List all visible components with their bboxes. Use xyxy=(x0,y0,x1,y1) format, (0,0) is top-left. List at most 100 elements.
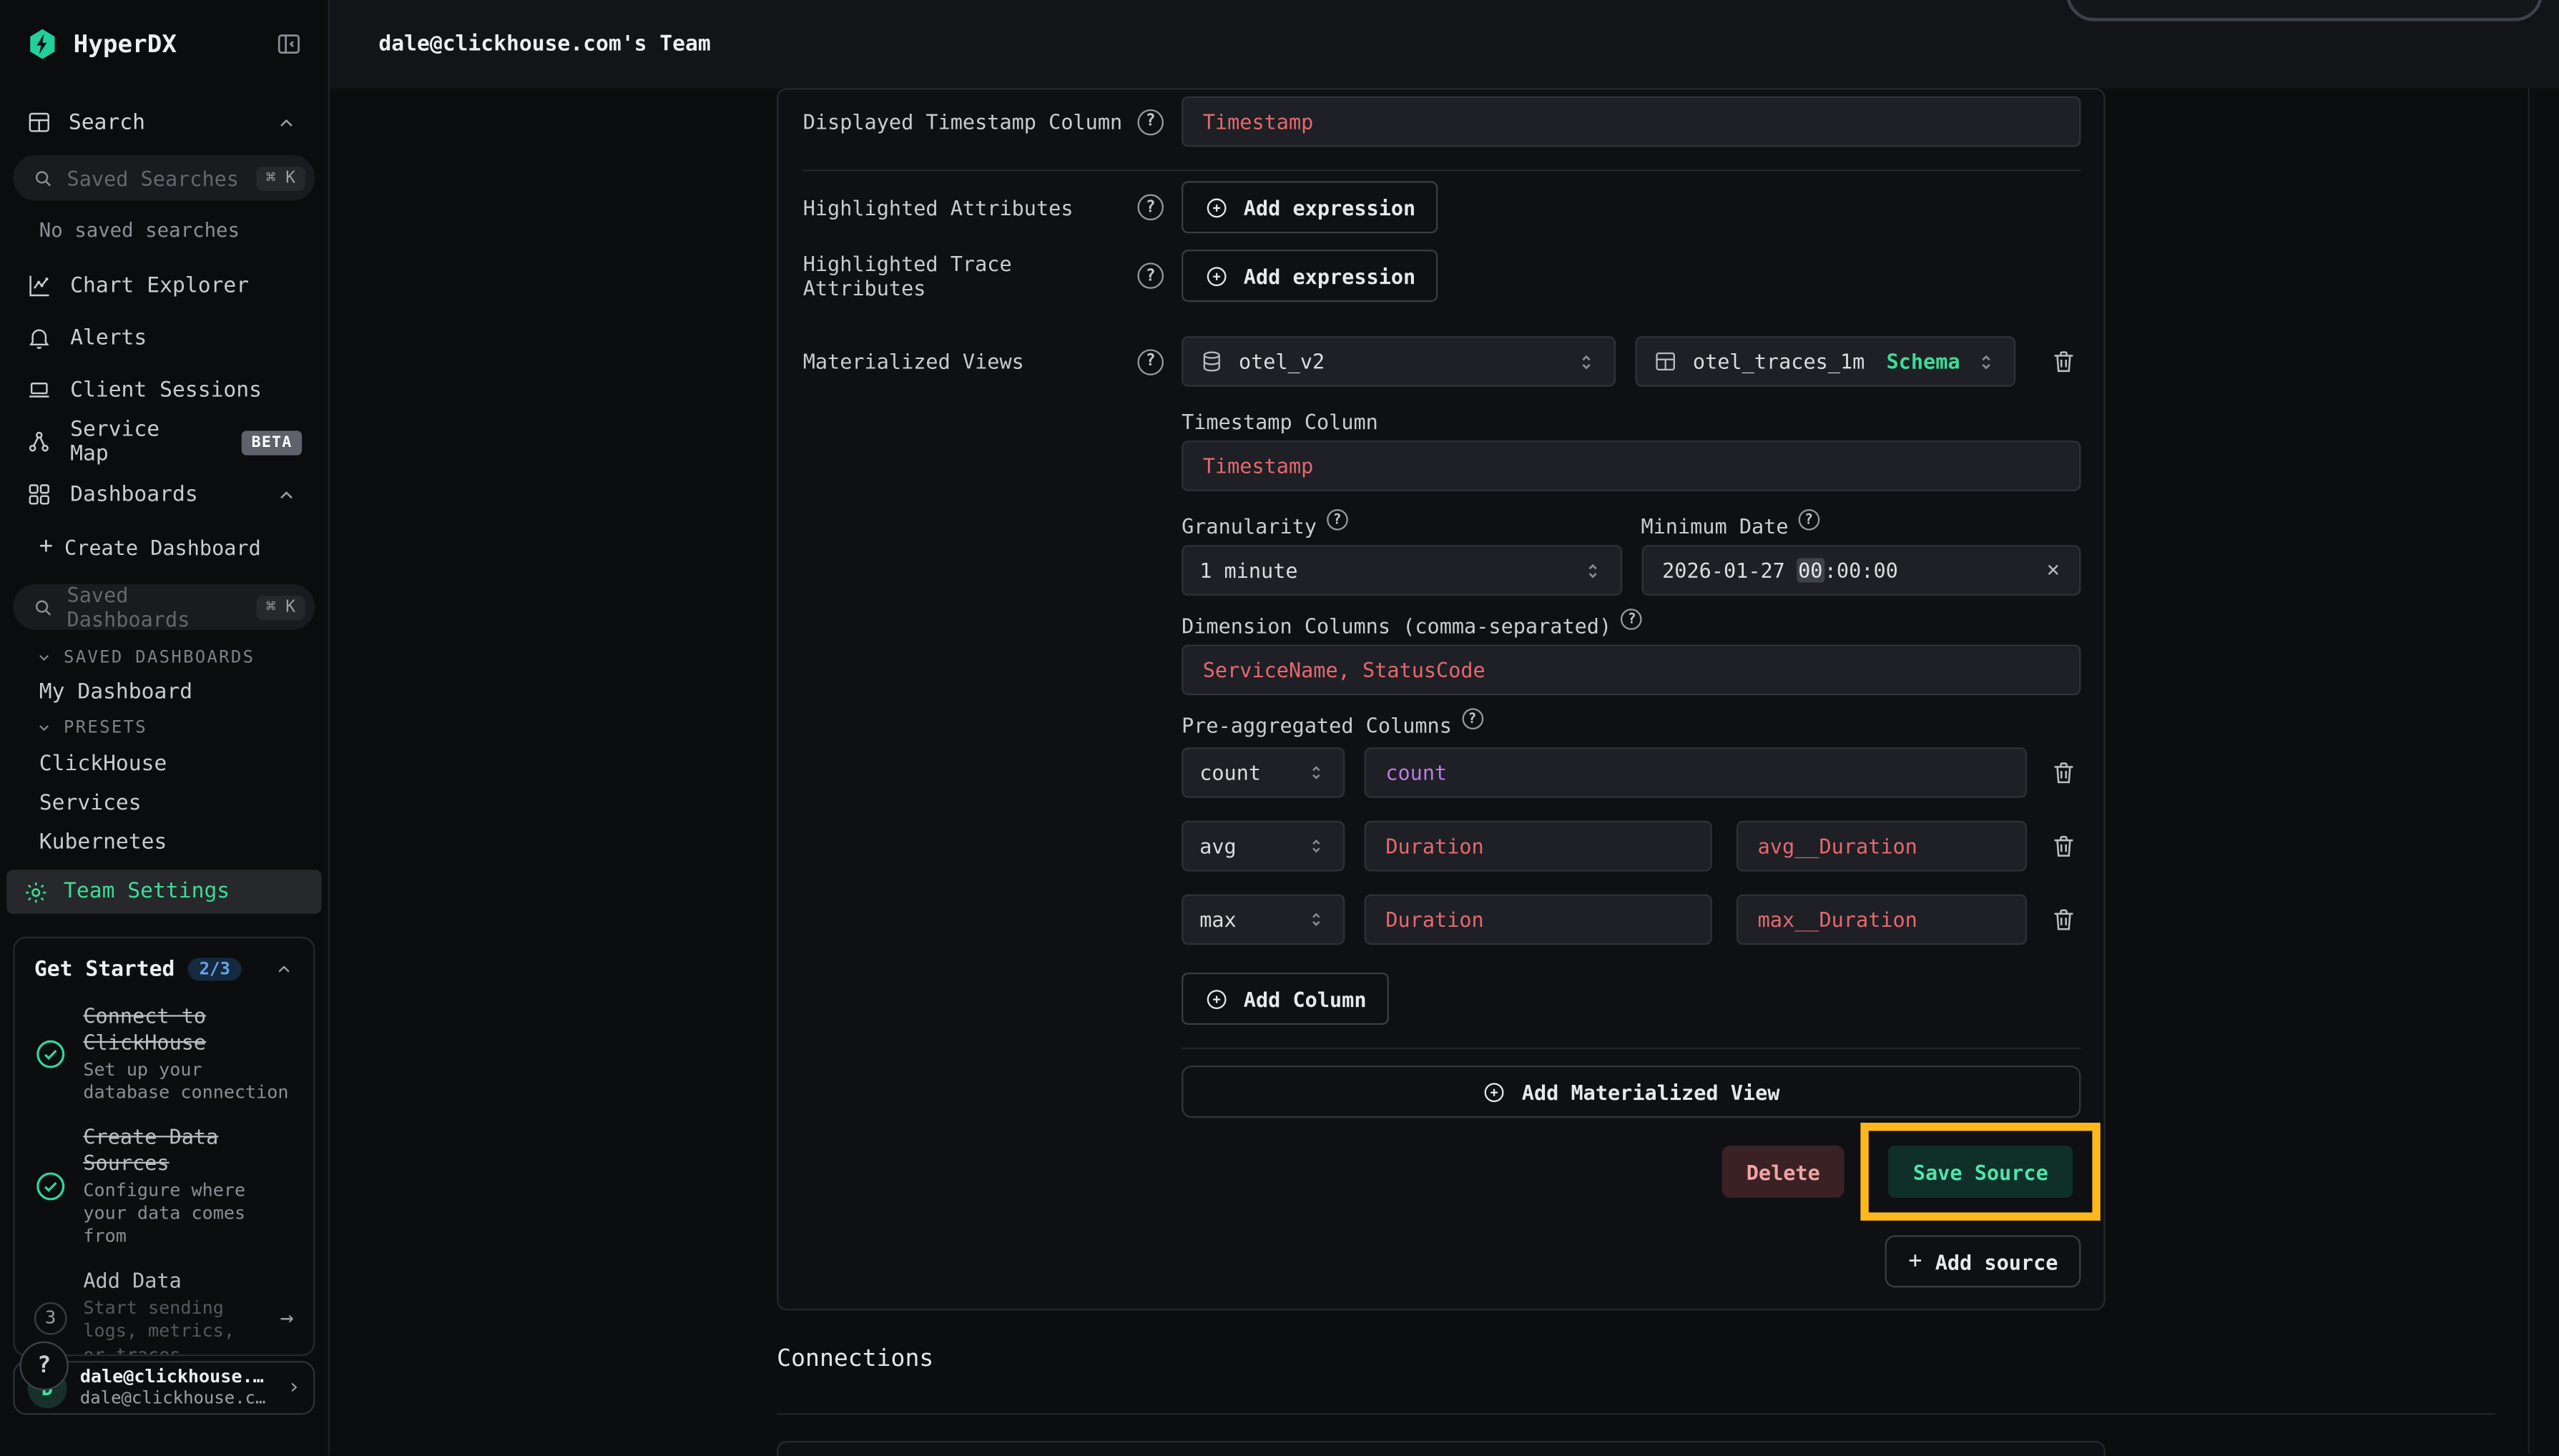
materialized-views-row: Materialized Views ? otel_v2 otel_traces… xyxy=(803,336,2081,387)
time-value: :00:00 xyxy=(1824,558,1898,582)
trash-icon xyxy=(2049,348,2077,375)
sidebar-item-label: Search xyxy=(69,110,253,134)
sidebar-item-team-settings[interactable]: Team Settings xyxy=(6,870,321,914)
chevron-up-icon[interactable] xyxy=(274,960,293,979)
field-label: Highlighted Trace Attributes xyxy=(803,251,1138,300)
granularity-select[interactable]: 1 minute xyxy=(1182,545,1621,596)
gear-icon xyxy=(23,879,49,905)
field-label: Dimension Columns (comma-separated) xyxy=(1182,614,1611,638)
help-icon[interactable]: ? xyxy=(1137,262,1164,289)
help-icon[interactable]: ? xyxy=(1137,109,1164,135)
help-icon[interactable]: ? xyxy=(1621,609,1643,630)
field-label: Granularity xyxy=(1182,514,1317,538)
chevron-up-icon[interactable] xyxy=(270,106,303,139)
input-value: Duration xyxy=(1385,834,1483,858)
aggregate-fn-select[interactable]: avg xyxy=(1182,821,1345,872)
save-source-button[interactable]: Save Source xyxy=(1889,1146,2073,1198)
database-select[interactable]: otel_v2 xyxy=(1182,336,1616,387)
help-icon[interactable]: ? xyxy=(1137,195,1164,221)
saved-dashboards-input[interactable]: Saved Dashboards ⌘ K xyxy=(13,584,315,630)
search-icon xyxy=(33,596,54,618)
item-title: Add Data xyxy=(83,1269,263,1295)
help-icon[interactable]: ? xyxy=(1327,509,1348,531)
help-icon[interactable]: ? xyxy=(1798,509,1819,531)
sidebar-item-kubernetes[interactable]: Kubernetes xyxy=(0,824,328,860)
delete-source-button[interactable]: Delete xyxy=(1722,1146,1845,1198)
alias-input[interactable]: avg__Duration xyxy=(1737,821,2027,872)
plus-circle-icon xyxy=(1483,1079,1507,1103)
granularity-mindate-row: Granularity ? 1 minute Minimum Date xyxy=(1182,514,2081,596)
displayed-timestamp-input[interactable]: Timestamp xyxy=(1182,97,2081,147)
add-column-button[interactable]: Add Column xyxy=(1182,973,1389,1025)
sidebar-item-services[interactable]: Services xyxy=(0,785,328,821)
saved-searches-input[interactable]: Saved Searches ⌘ K xyxy=(13,155,315,201)
get-started-item-add-data[interactable]: 3 Add Data Start sending logs, metrics, … xyxy=(34,1269,294,1356)
granularity-field: Granularity ? 1 minute xyxy=(1182,514,1621,596)
sidebar-item-chart-explorer[interactable]: Chart Explorer xyxy=(0,262,328,308)
alias-input[interactable]: max__Duration xyxy=(1737,894,2027,945)
content-right-divider xyxy=(2528,88,2530,1454)
select-chevrons-icon xyxy=(1306,762,1327,784)
schema-link[interactable]: Schema xyxy=(1887,349,1960,373)
add-source-row: + Add source xyxy=(1182,1235,2081,1287)
help-button[interactable]: ? xyxy=(19,1342,68,1390)
delete-column-button[interactable] xyxy=(2045,828,2081,864)
sidebar-item-alerts[interactable]: Alerts xyxy=(0,315,328,360)
aggregate-fn-select[interactable]: max xyxy=(1182,894,1345,945)
add-source-button[interactable]: + Add source xyxy=(1885,1235,2081,1287)
help-icon[interactable]: ? xyxy=(1137,348,1164,375)
delete-column-button[interactable] xyxy=(2045,754,2081,790)
delete-column-button[interactable] xyxy=(2045,902,2081,938)
item-desc: Configure where your data comes from xyxy=(83,1180,293,1249)
pre-aggregated-row: avg Duration avg__Duration xyxy=(1182,821,2081,872)
sidebar-item-dashboards[interactable]: Dashboards xyxy=(0,471,328,517)
minimum-date-input[interactable]: 2026-01-27 00 :00:00 ✕ xyxy=(1641,545,2081,596)
sidebar-item-service-map[interactable]: Service Map BETA xyxy=(0,419,328,465)
aggregate-fn-select[interactable]: count xyxy=(1182,747,1345,798)
divider xyxy=(777,1413,2495,1415)
section-presets[interactable]: PRESETS xyxy=(0,717,328,739)
select-value: avg xyxy=(1199,834,1291,858)
chevron-up-icon[interactable] xyxy=(270,478,303,511)
selected-time-segment[interactable]: 00 xyxy=(1797,558,1824,582)
sidebar-collapse-icon[interactable] xyxy=(272,28,305,61)
create-dashboard-label: Create Dashboard xyxy=(64,534,261,559)
add-materialized-view-button[interactable]: Add Materialized View xyxy=(1182,1066,2081,1118)
sidebar-item-my-dashboard[interactable]: My Dashboard xyxy=(0,677,328,707)
field-control: Add expression xyxy=(1182,250,2081,302)
get-started-header[interactable]: Get Started 2/3 xyxy=(34,955,294,984)
clear-date-icon[interactable]: ✕ xyxy=(2047,558,2060,582)
dashboards-grid-icon xyxy=(26,481,53,508)
table-select[interactable]: otel_traces_1m Schema xyxy=(1636,336,2015,387)
pre-aggregated-row: max Duration max__Duration xyxy=(1182,894,2081,945)
help-icon[interactable]: ? xyxy=(1462,708,1483,729)
expression-input[interactable]: Duration xyxy=(1365,821,1712,872)
expression-input[interactable]: count xyxy=(1365,747,2027,798)
create-dashboard-button[interactable]: + Create Dashboard xyxy=(0,532,328,561)
add-expression-button[interactable]: Add expression xyxy=(1182,250,1438,302)
timestamp-column-input[interactable]: Timestamp xyxy=(1182,441,2081,491)
get-started-item-connect[interactable]: Connect to ClickHouse Set up your databa… xyxy=(34,1003,294,1105)
item-desc: Start sending logs, metrics, or traces xyxy=(83,1298,263,1356)
service-map-icon xyxy=(26,429,53,456)
input-value: ServiceName, StatusCode xyxy=(1203,658,1485,682)
select-value: max xyxy=(1199,907,1291,932)
sidebar-item-clickhouse[interactable]: ClickHouse xyxy=(0,746,328,782)
page-title: dale@clickhouse.com's Team xyxy=(378,31,710,56)
sidebar-item-client-sessions[interactable]: Client Sessions xyxy=(0,367,328,413)
trash-icon xyxy=(2049,905,2077,933)
item-title: Connect to ClickHouse xyxy=(83,1003,293,1056)
saved-searches-placeholder: Saved Searches xyxy=(67,166,243,190)
dimension-columns-input[interactable]: ServiceName, StatusCode xyxy=(1182,644,2081,695)
get-started-item-sources[interactable]: Create Data Sources Configure where your… xyxy=(34,1125,294,1249)
add-expression-button[interactable]: Add expression xyxy=(1182,181,1438,233)
pre-aggregated-row: count count xyxy=(1182,747,2081,798)
dashboard-label: My Dashboard xyxy=(39,679,192,704)
sidebar-item-search[interactable]: Search xyxy=(0,101,328,143)
delete-materialized-view-button[interactable] xyxy=(2045,343,2081,379)
section-saved-dashboards[interactable]: SAVED DASHBOARDS xyxy=(0,646,328,669)
highlighted-attributes-row: Highlighted Attributes ? Add expression xyxy=(803,181,2081,233)
input-value: max__Duration xyxy=(1758,907,1917,932)
expression-input[interactable]: Duration xyxy=(1365,894,1712,945)
sidebar-item-label: Client Sessions xyxy=(70,378,262,402)
